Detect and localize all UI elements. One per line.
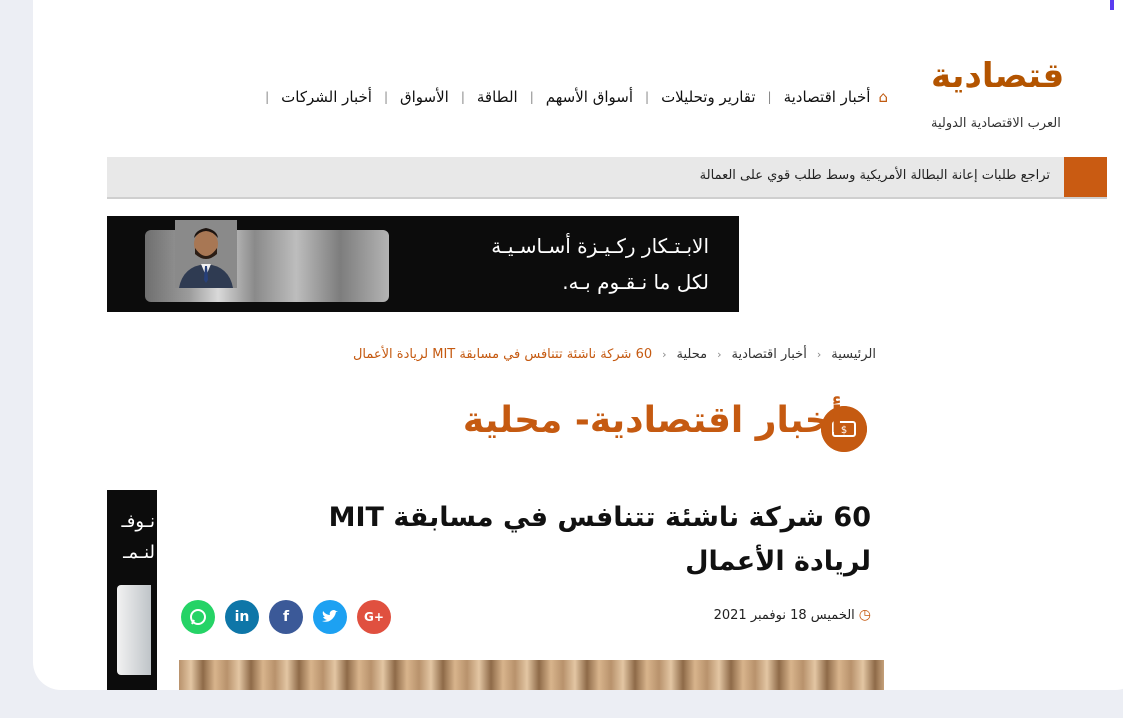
- linkedin-icon[interactable]: in: [225, 600, 259, 634]
- twitter-icon[interactable]: [313, 600, 347, 634]
- whatsapp-icon[interactable]: [181, 600, 215, 634]
- article-title: 60 شركة ناشئة تتنافس في مسابقة MIT لرياد…: [328, 502, 871, 577]
- side-ad-image: [117, 585, 151, 675]
- main-nav: ⌂ أخبار اقتصادية | تقارير وتحليلات | أسو…: [253, 88, 888, 106]
- scroll-indicator: [1110, 0, 1114, 10]
- nav-separator: |: [383, 90, 388, 104]
- site-logo[interactable]: قتصادية: [931, 56, 1064, 96]
- banner-headline: الابـتـكار ركـيـزة أسـاسـيـة: [491, 234, 709, 258]
- article-date: ◷ الخميس 18 نوفمبر 2021: [714, 607, 871, 623]
- site-logo-subtitle: العرب الاقتصادية الدولية: [931, 116, 1061, 131]
- section-title: أخبار اقتصادية- محلية: [462, 400, 843, 441]
- breadcrumb: الرئيسية ‹ أخبار اقتصادية ‹ محلية ‹ 60 ش…: [353, 347, 876, 362]
- news-ticker: تراجع طلبات إعانة البطالة الأمريكية وسط …: [107, 157, 1107, 199]
- breadcrumb-current: 60 شركة ناشئة تتنافس في مسابقة MIT لرياد…: [352, 347, 653, 362]
- nav-separator: |: [265, 90, 270, 104]
- nav-item-energy[interactable]: الطاقة: [477, 88, 518, 106]
- nav-separator: |: [460, 90, 465, 104]
- nav-item-company-news[interactable]: أخبار الشركات: [281, 88, 372, 106]
- clock-icon: ◷: [858, 607, 871, 623]
- nav-item-reports[interactable]: تقارير وتحليلات: [661, 88, 755, 106]
- nav-item-economic-news[interactable]: أخبار اقتصادية: [784, 88, 871, 106]
- chevron-left-icon: ‹: [717, 348, 722, 361]
- breadcrumb-local[interactable]: محلية: [677, 347, 708, 362]
- home-icon[interactable]: ⌂: [878, 88, 888, 106]
- page-card: قتصادية العرب الاقتصادية الدولية ⌂ أخبار…: [33, 0, 1123, 690]
- facebook-icon[interactable]: f: [269, 600, 303, 634]
- ticker-flag: [1064, 157, 1107, 197]
- nav-separator: |: [767, 90, 772, 104]
- breadcrumb-economic-news[interactable]: أخبار اقتصادية: [732, 347, 807, 362]
- banner-person-image: [175, 220, 237, 288]
- chevron-left-icon: ‹: [662, 348, 667, 361]
- chevron-left-icon: ‹: [816, 348, 822, 361]
- ticker-headline[interactable]: تراجع طلبات إعانة البطالة الأمريكية وسط …: [700, 168, 1050, 183]
- nav-separator: |: [529, 90, 534, 104]
- share-buttons: in f G+: [181, 600, 391, 634]
- side-ad-text: لنـمـ: [123, 542, 155, 563]
- nav-item-stock-markets[interactable]: أسواق الأسهم: [546, 88, 633, 106]
- side-ad-text: نـوفـ: [121, 511, 155, 532]
- nav-item-markets[interactable]: الأسواق: [400, 88, 449, 106]
- article-image: [179, 660, 884, 690]
- banner-subline: لكل ما نـقـوم بـه.: [562, 270, 709, 294]
- banner-ad[interactable]: الابـتـكار ركـيـزة أسـاسـيـة لكل ما نـقـ…: [107, 216, 739, 312]
- breadcrumb-home[interactable]: الرئيسية: [831, 347, 876, 362]
- google-plus-icon[interactable]: G+: [357, 600, 391, 634]
- nav-separator: |: [645, 90, 650, 104]
- article-date-text: الخميس 18 نوفمبر 2021: [713, 607, 855, 623]
